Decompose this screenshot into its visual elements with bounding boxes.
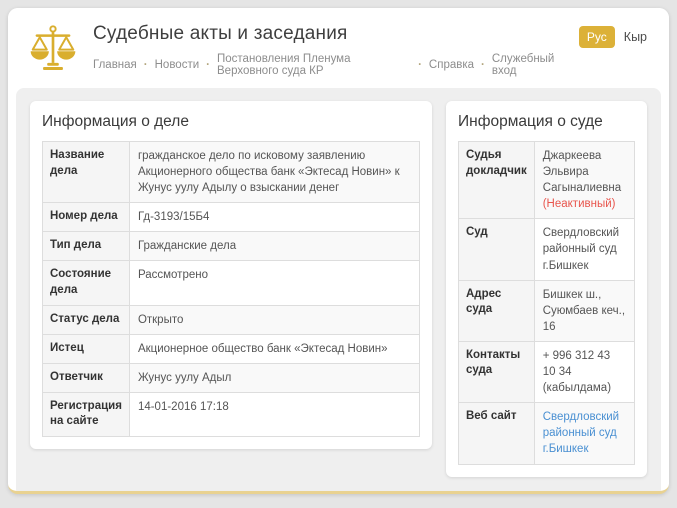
row-value: Акционерное общество банк «Эктесад Новин… xyxy=(129,334,419,363)
lang-rus-button[interactable]: Рус xyxy=(579,26,615,48)
court-card-title: Информация о суде xyxy=(458,113,635,131)
nav-item-help[interactable]: Справка xyxy=(429,59,474,71)
table-row: Суд Свердловский районный суд г.Бишкек xyxy=(459,219,635,280)
case-card-title: Информация о деле xyxy=(42,113,420,131)
header-main: Судебные акты и заседания Главная · Ново… xyxy=(93,23,564,77)
row-label: Адрес суда xyxy=(459,280,535,341)
row-label: Судья докладчик xyxy=(459,142,535,219)
row-label: Веб сайт xyxy=(459,403,535,464)
lang-kyr-button[interactable]: Кыр xyxy=(624,30,647,44)
row-label: Истец xyxy=(43,334,130,363)
row-value: гражданское дело по исковому заявлению А… xyxy=(129,142,419,203)
case-info-table: Название дела гражданское дело по исково… xyxy=(42,141,420,437)
row-label: Ответчик xyxy=(43,363,130,392)
nav-item-plenum-resolutions[interactable]: Постановления Пленума Верховного суда КР xyxy=(217,53,411,77)
table-row: Ответчик Жунус уулу Адыл xyxy=(43,363,420,392)
table-row: Контакты суда + 996 312 43 10 34 (кабылд… xyxy=(459,341,635,402)
nav-separator: · xyxy=(206,59,210,71)
main-nav: Главная · Новости · Постановления Пленум… xyxy=(93,53,564,77)
table-row: Номер дела Гд-3193/15Б4 xyxy=(43,203,420,232)
row-label: Контакты суда xyxy=(459,341,535,402)
court-info-table: Судья докладчик Джаркеева Эльвира Сагына… xyxy=(458,141,635,465)
row-value: Жунус уулу Адыл xyxy=(129,363,419,392)
table-row: Название дела гражданское дело по исково… xyxy=(43,142,420,203)
page: Судебные акты и заседания Главная · Ново… xyxy=(8,8,669,494)
judge-status-badge: (Неактивный) xyxy=(543,198,616,210)
table-row: Истец Акционерное общество банк «Эктесад… xyxy=(43,334,420,363)
language-switcher: Рус Кыр xyxy=(579,26,647,48)
row-value: + 996 312 43 10 34 (кабылдама) xyxy=(534,341,634,402)
row-value: Свердловский районный суд г.Бишкек xyxy=(534,219,634,280)
row-value: Свердловский районный суд г.Бишкек xyxy=(534,403,634,464)
table-row: Состояние дела Рассмотрено xyxy=(43,261,420,305)
nav-separator: · xyxy=(481,59,485,71)
row-value: Гд-3193/15Б4 xyxy=(129,203,419,232)
table-row: Тип дела Гражданские дела xyxy=(43,232,420,261)
court-website-link[interactable]: Свердловский районный суд г.Бишкек xyxy=(543,411,619,455)
info-cards-row: Информация о деле Название дела гражданс… xyxy=(30,101,647,477)
nav-separator: · xyxy=(144,59,148,71)
nav-separator: · xyxy=(418,59,422,71)
case-info-card: Информация о деле Название дела гражданс… xyxy=(30,101,432,449)
row-label: Название дела xyxy=(43,142,130,203)
table-row: Статус дела Открыто xyxy=(43,305,420,334)
table-row: Веб сайт Свердловский районный суд г.Биш… xyxy=(459,403,635,464)
row-label: Суд xyxy=(459,219,535,280)
row-value: Открыто xyxy=(129,305,419,334)
table-row: Регистрация на сайте 14-01-2016 17:18 xyxy=(43,392,420,436)
content-section: Информация о деле Название дела гражданс… xyxy=(16,88,661,494)
row-label: Регистрация на сайте xyxy=(43,392,130,436)
court-info-card: Информация о суде Судья докладчик Джарке… xyxy=(446,101,647,477)
row-value: Джаркеева Эльвира Сагыналиевна (Неактивн… xyxy=(534,142,634,219)
nav-item-staff-login[interactable]: Служебный вход xyxy=(492,53,564,77)
row-value: Рассмотрено xyxy=(129,261,419,305)
table-row: Судья докладчик Джаркеева Эльвира Сагына… xyxy=(459,142,635,219)
nav-item-home[interactable]: Главная xyxy=(93,59,137,71)
row-value: Гражданские дела xyxy=(129,232,419,261)
row-value: Бишкек ш., Суюмбаев кеч., 16 xyxy=(534,280,634,341)
row-label: Номер дела xyxy=(43,203,130,232)
row-label: Статус дела xyxy=(43,305,130,334)
table-row: Адрес суда Бишкек ш., Суюмбаев кеч., 16 xyxy=(459,280,635,341)
page-title: Судебные акты и заседания xyxy=(93,23,564,45)
header: Судебные акты и заседания Главная · Ново… xyxy=(8,8,669,88)
row-label: Состояние дела xyxy=(43,261,130,305)
scales-of-justice-icon xyxy=(28,24,78,77)
row-label: Тип дела xyxy=(43,232,130,261)
row-value: 14-01-2016 17:18 xyxy=(129,392,419,436)
nav-item-news[interactable]: Новости xyxy=(155,59,200,71)
judge-name: Джаркеева Эльвира Сагыналиевна xyxy=(543,150,621,194)
